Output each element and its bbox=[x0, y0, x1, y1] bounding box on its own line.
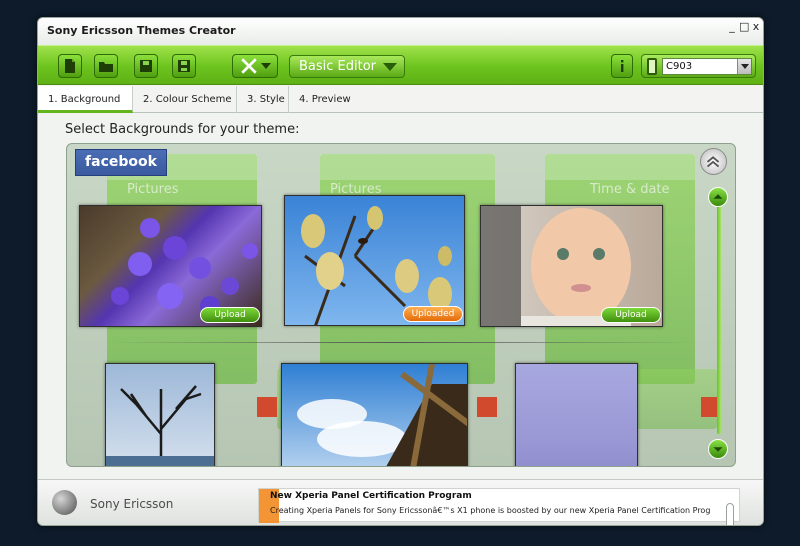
background-thumbnail[interactable]: Uploaded bbox=[284, 195, 465, 326]
news-body: Creating Xperia Panels for Sony Ericsson… bbox=[270, 506, 710, 515]
tools-icon bbox=[240, 58, 257, 74]
double-chevron-up-icon bbox=[706, 156, 720, 168]
app-window: Sony Ericsson Themes Creator _ □ x Basic… bbox=[37, 17, 764, 526]
close-button[interactable]: x bbox=[751, 21, 761, 33]
red-square-icon bbox=[477, 397, 497, 417]
save-as-icon bbox=[178, 60, 190, 72]
bare-tree-image bbox=[106, 385, 214, 466]
chevron-down-icon[interactable] bbox=[737, 59, 751, 74]
collapse-button[interactable] bbox=[700, 148, 727, 175]
upload-button[interactable]: Upload bbox=[601, 307, 661, 323]
open-folder-icon bbox=[99, 62, 113, 72]
chevron-down-icon bbox=[383, 63, 397, 71]
tab-style[interactable]: 3. Style bbox=[237, 86, 289, 113]
app-title: Sony Ericsson Themes Creator bbox=[47, 24, 236, 37]
background-thumbnail[interactable]: Upload bbox=[480, 205, 663, 327]
news-title[interactable]: New Xperia Panel Certification Program bbox=[270, 491, 472, 501]
arrow-down-icon bbox=[713, 447, 723, 452]
info-button[interactable] bbox=[611, 54, 633, 78]
background-thumbnail[interactable]: Upload bbox=[79, 205, 262, 327]
info-icon bbox=[621, 60, 624, 72]
upload-button[interactable]: Uploaded bbox=[403, 306, 463, 322]
news-scrollbar[interactable] bbox=[726, 503, 734, 525]
background-thumbnail[interactable] bbox=[515, 363, 638, 466]
new-file-icon bbox=[65, 59, 75, 73]
news-ticker[interactable]: New Xperia Panel Certification Program C… bbox=[258, 488, 740, 523]
toolbar: Basic Editor C903 bbox=[38, 45, 763, 85]
save-button[interactable] bbox=[134, 54, 158, 78]
ghost-header: Pictures bbox=[127, 182, 179, 197]
new-file-button[interactable] bbox=[58, 54, 82, 78]
maximize-button[interactable]: □ bbox=[739, 21, 749, 33]
tab-background[interactable]: 1. Background bbox=[38, 86, 133, 113]
editor-mode-dropdown[interactable]: Basic Editor bbox=[289, 55, 405, 78]
footer: Sony Ericsson New Xperia Panel Certifica… bbox=[38, 479, 763, 525]
red-square-icon bbox=[257, 397, 277, 417]
ghost-header: Time & date bbox=[590, 182, 670, 197]
tab-colour-scheme[interactable]: 2. Colour Scheme bbox=[133, 86, 237, 113]
windmill-image bbox=[297, 364, 467, 466]
save-as-button[interactable] bbox=[172, 54, 196, 78]
tab-preview[interactable]: 4. Preview bbox=[289, 86, 355, 113]
page-title: Select Backgrounds for your theme: bbox=[65, 122, 300, 137]
chevron-down-icon bbox=[260, 63, 271, 69]
gallery-scrollbar[interactable] bbox=[717, 204, 721, 434]
background-thumbnail[interactable] bbox=[281, 363, 468, 466]
background-thumbnail[interactable] bbox=[105, 363, 215, 466]
background-gallery: Pictures Pictures Time & date facebook U… bbox=[66, 143, 736, 467]
phone-icon bbox=[647, 58, 657, 75]
divider bbox=[107, 342, 697, 343]
save-icon bbox=[140, 60, 152, 72]
phone-model-select[interactable]: C903 bbox=[662, 58, 752, 75]
facebook-source-button[interactable]: facebook bbox=[75, 149, 167, 176]
phone-model-value: C903 bbox=[666, 61, 693, 72]
minimize-button[interactable]: _ bbox=[727, 21, 737, 33]
brand-name: Sony Ericsson bbox=[90, 497, 174, 511]
upload-button[interactable]: Upload bbox=[200, 307, 260, 323]
title-bar: Sony Ericsson Themes Creator _ □ x bbox=[38, 18, 763, 45]
arrow-up-icon bbox=[713, 194, 723, 199]
phone-model-picker: C903 bbox=[641, 54, 756, 78]
scroll-down-button[interactable] bbox=[708, 439, 728, 459]
scroll-up-button[interactable] bbox=[708, 187, 728, 207]
sony-ericsson-logo-icon bbox=[52, 490, 77, 515]
open-folder-button[interactable] bbox=[94, 54, 118, 78]
tools-menu-button[interactable] bbox=[232, 54, 278, 78]
editor-mode-label: Basic Editor bbox=[299, 59, 377, 74]
step-tabs: 1. Background 2. Colour Scheme 3. Style … bbox=[38, 86, 763, 113]
